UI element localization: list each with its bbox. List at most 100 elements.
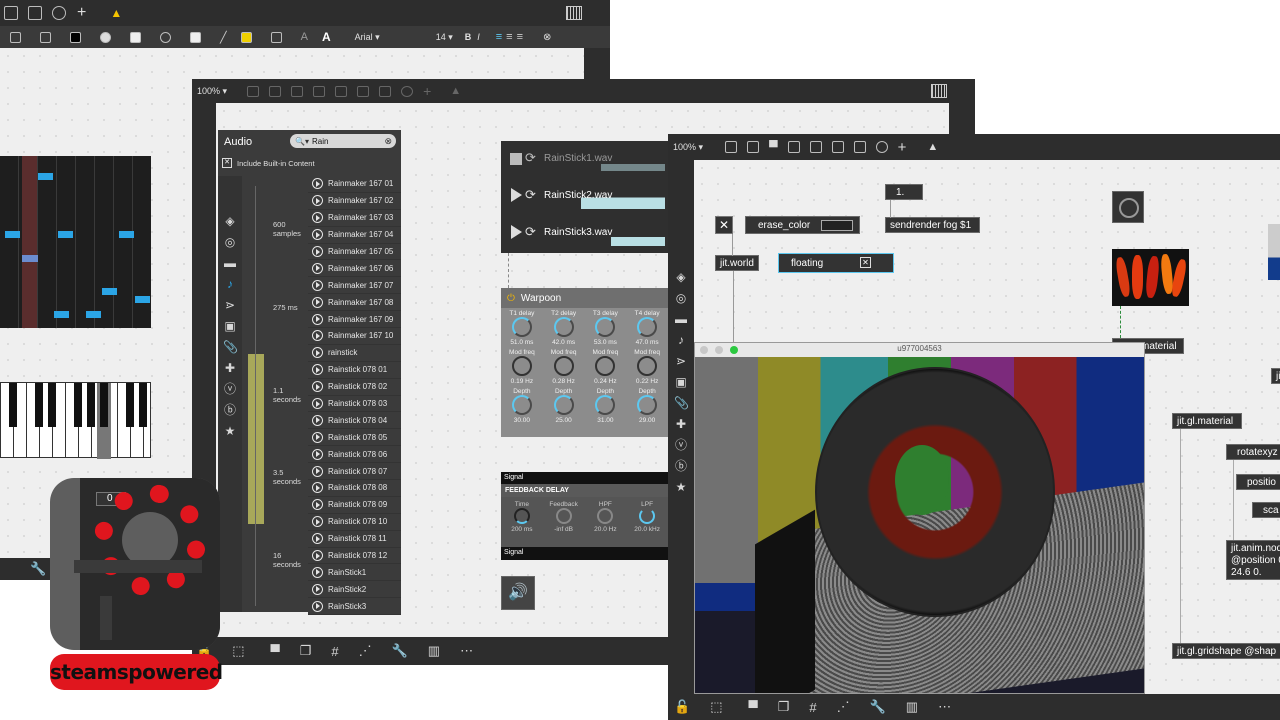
rotatexyz-object[interactable]: rotatexyz xyxy=(1226,444,1280,460)
list-item[interactable]: Rainstick 078 05 xyxy=(308,429,401,447)
image-icon[interactable]: ▣ xyxy=(674,375,688,389)
target-icon[interactable]: ◎ xyxy=(223,235,237,249)
cube-icon[interactable]: ◈ xyxy=(674,270,688,284)
piano-icon[interactable]: ▥ xyxy=(428,643,440,659)
italic-button[interactable]: I xyxy=(477,32,480,42)
clear-search-icon[interactable]: ⊗ xyxy=(384,136,392,147)
play-icon[interactable] xyxy=(312,313,323,325)
toggle-object[interactable]: ✕ xyxy=(715,216,733,234)
paperclip-icon[interactable]: 📎 xyxy=(223,340,238,354)
play-icon[interactable] xyxy=(312,212,323,224)
erase-color-object[interactable]: erase_color xyxy=(745,216,860,234)
play-icon[interactable] xyxy=(511,188,522,202)
wrench-icon[interactable]: 🔧 xyxy=(870,699,886,715)
image-icon[interactable]: ▣ xyxy=(223,319,237,333)
toggle-icon[interactable] xyxy=(313,85,326,97)
play-icon[interactable] xyxy=(312,499,323,511)
color-swatch[interactable] xyxy=(821,220,853,231)
comment-icon[interactable] xyxy=(291,85,304,97)
slash-icon[interactable]: ╱ xyxy=(220,31,227,44)
jit-anim-node-object[interactable]: jit.anim.nod @position 0 24.6 0. xyxy=(1226,540,1280,580)
knob[interactable] xyxy=(595,356,616,376)
param-cell[interactable]: Mod freq 0.28 Hz xyxy=(543,349,585,385)
paint-icon[interactable]: ▲ xyxy=(450,85,461,97)
param-cell[interactable]: Depth 31.00 xyxy=(585,388,627,424)
play-icon[interactable] xyxy=(312,262,323,274)
message-icon[interactable] xyxy=(831,141,844,153)
list-item[interactable]: Rainmaker 167 06 xyxy=(308,260,401,278)
dial-icon[interactable] xyxy=(875,141,888,153)
toolbar-icon-a[interactable] xyxy=(247,85,260,97)
toolbar-icon-a[interactable] xyxy=(725,141,738,153)
paint-bucket-icon[interactable]: ▲ xyxy=(110,6,122,20)
plug-icon[interactable]: ✚ xyxy=(223,361,237,375)
keyboard-grid-icon[interactable] xyxy=(566,6,582,20)
list-item[interactable]: Rainstick 078 08 xyxy=(308,480,401,497)
keypad-icon[interactable]: ⋯ xyxy=(938,699,951,715)
align-right-icon[interactable]: ≡ xyxy=(517,31,523,43)
param-cell[interactable]: Feedback -inf dB xyxy=(543,501,585,547)
power-icon[interactable]: ⏻ xyxy=(507,293,515,304)
play-icon[interactable] xyxy=(312,246,323,257)
param-cell[interactable]: HPF 20.0 Hz xyxy=(585,501,627,547)
font-size-select[interactable]: 14 ▾ xyxy=(436,32,453,43)
toggle-icon[interactable] xyxy=(787,141,800,153)
knob[interactable] xyxy=(511,356,532,376)
list-item[interactable]: Rainstick 078 10 xyxy=(308,513,401,531)
text-outline-icon[interactable]: A xyxy=(301,31,308,43)
list-item[interactable]: Rainmaker 167 01 xyxy=(308,176,401,193)
presentation-icon[interactable]: ⬚ xyxy=(232,643,244,659)
knob[interactable] xyxy=(597,508,614,524)
play-icon[interactable] xyxy=(312,178,323,190)
list-item[interactable]: RainStick2 xyxy=(308,581,401,599)
grid-icon[interactable] xyxy=(4,6,18,20)
loadbang-button[interactable] xyxy=(1112,191,1144,223)
list-item[interactable]: Rainstick 078 09 xyxy=(308,496,401,514)
include-builtin-checkbox[interactable]: ✕ xyxy=(222,158,232,168)
knob[interactable] xyxy=(637,395,658,415)
play-icon[interactable] xyxy=(312,600,323,612)
knob[interactable] xyxy=(639,508,656,524)
add-icon[interactable]: + xyxy=(77,4,86,22)
list-item[interactable]: Rainstick 078 11 xyxy=(308,530,401,548)
file-player-row[interactable]: ⟳ RainStick3.wav xyxy=(501,214,668,251)
list-item[interactable]: Rainmaker 167 05 xyxy=(308,243,401,261)
param-cell[interactable]: T1 delay 51.0 ms xyxy=(501,310,543,346)
list-item[interactable]: RainStick3 xyxy=(308,598,401,616)
jit-gl-material-object[interactable]: jit.gl.material xyxy=(1172,413,1242,429)
clock-icon[interactable] xyxy=(52,6,66,20)
lock-icon[interactable]: 🔓 xyxy=(674,699,690,715)
b-icon[interactable]: ⓑ xyxy=(674,459,688,473)
playlist-icon[interactable]: ⋗ xyxy=(223,298,237,312)
play-icon[interactable] xyxy=(312,448,323,460)
paint-icon[interactable]: ▲ xyxy=(927,141,938,153)
list-item[interactable]: Rainstick 078 02 xyxy=(308,378,401,396)
position-object[interactable]: positio xyxy=(1236,474,1280,490)
list-item[interactable]: Rainmaker 167 03 xyxy=(308,209,401,227)
loop-icon[interactable]: ⟳ xyxy=(525,150,536,166)
play-icon[interactable] xyxy=(312,566,323,578)
debug-icon[interactable]: ⋰ xyxy=(837,699,850,715)
loop-icon[interactable]: ⟳ xyxy=(525,224,536,240)
b-icon[interactable]: ⓑ xyxy=(223,403,237,417)
patcher-icon[interactable]: ▬ xyxy=(674,312,688,326)
knob[interactable] xyxy=(595,317,616,337)
knob[interactable] xyxy=(511,395,532,415)
param-cell[interactable]: T3 delay 53.0 ms xyxy=(585,310,627,346)
playlist-icon[interactable]: ⋗ xyxy=(674,354,688,368)
star-icon[interactable]: ★ xyxy=(223,424,237,438)
play-icon[interactable] xyxy=(312,296,323,308)
keyboard-icon[interactable] xyxy=(931,84,947,98)
param-cell[interactable]: Mod freq 0.19 Hz xyxy=(501,349,543,385)
list-item[interactable]: Rainmaker 167 09 xyxy=(308,311,401,329)
browser-search[interactable]: 🔍▾ Rain ⊗ xyxy=(290,134,396,148)
zoom-select[interactable]: 100% ▾ xyxy=(673,142,703,153)
floating-object[interactable]: floating ✕ xyxy=(778,253,894,273)
list-item[interactable]: Rainstick 078 06 xyxy=(308,446,401,464)
knob[interactable] xyxy=(513,508,530,524)
sendrender-object[interactable]: sendrender fog $1 xyxy=(885,217,980,233)
list-item[interactable]: Rainmaker 167 07 xyxy=(308,277,401,295)
wrench-icon[interactable]: 🔧 xyxy=(392,643,408,659)
play-icon[interactable] xyxy=(312,431,323,443)
jit-gl-gridshape-object[interactable]: jit.gl.gridshape @shap xyxy=(1172,643,1280,659)
